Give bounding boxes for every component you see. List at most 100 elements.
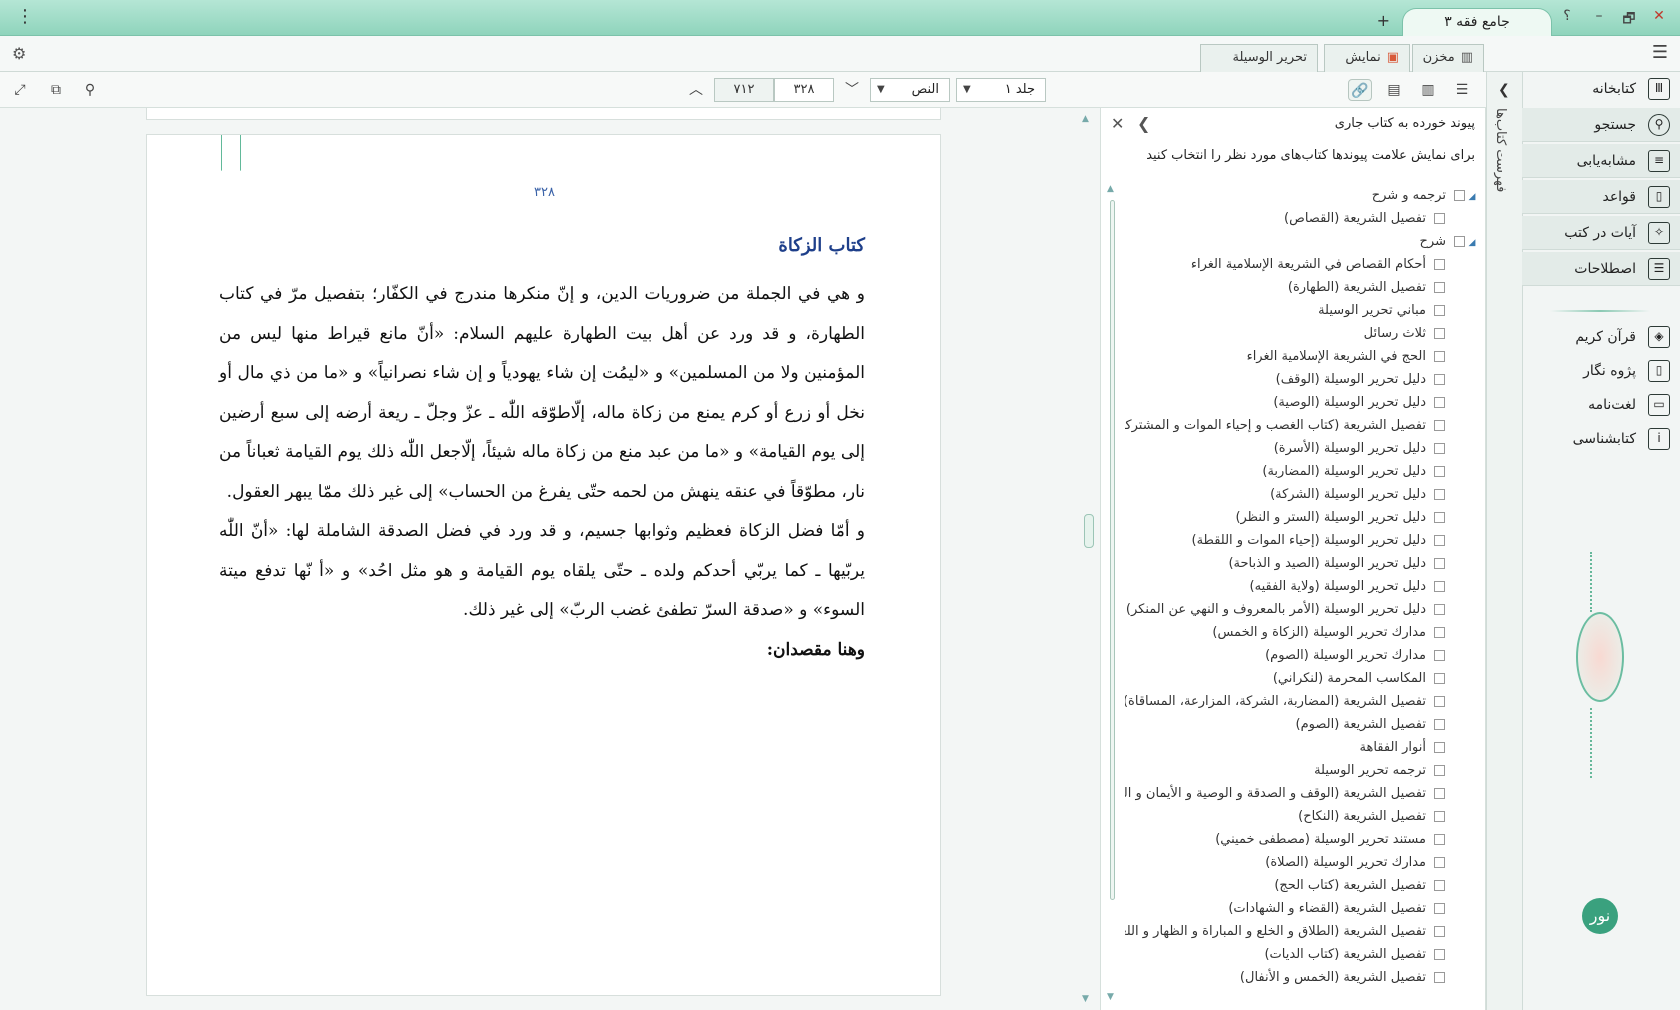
tree-item[interactable]: دليل تحرير الوسيلة (الأسرة) — [1125, 437, 1485, 460]
current-page-input[interactable]: ۳۲۸ — [774, 78, 834, 102]
book-checkbox[interactable] — [1434, 558, 1445, 569]
restore-button[interactable]: 🗗 — [1620, 8, 1638, 32]
scroll-down-icon[interactable]: ▼ — [1107, 992, 1114, 1002]
book-checkbox[interactable] — [1434, 581, 1445, 592]
tree-item[interactable]: أحكام القصاص في الشريعة الإسلامية الغراء — [1125, 253, 1485, 276]
scroll-up-icon[interactable]: ▲ — [1107, 184, 1114, 194]
chevron-up-icon[interactable]: ︿ — [684, 79, 708, 101]
book-checkbox[interactable] — [1434, 512, 1445, 523]
book-checkbox[interactable] — [1434, 857, 1445, 868]
tree-item[interactable]: تفصيل الشريعة (الصوم) — [1125, 713, 1485, 736]
tree-item[interactable]: تفصيل الشريعة (كتاب الديات) — [1125, 943, 1485, 966]
chevron-down-icon[interactable]: ﹀ — [840, 79, 864, 101]
tree-item[interactable]: دليل تحرير الوسيلة (الوصية) — [1125, 391, 1485, 414]
book-index-vertical-tab[interactable]: ❮ فهرست کتاب‌ها — [1486, 72, 1522, 1010]
tree-item[interactable]: ترجمه تحرير الوسيلة — [1125, 759, 1485, 782]
book-checkbox[interactable] — [1434, 926, 1445, 937]
tree-group[interactable]: ◢ ترجمه و شرح — [1125, 184, 1485, 207]
tree-item[interactable]: مدارك تحرير الوسيلة (الصوم) — [1125, 644, 1485, 667]
scroll-up-icon[interactable]: ▲ — [1082, 114, 1089, 124]
nav-item-search[interactable]: ⚲ جستجو — [1522, 108, 1680, 142]
book-checkbox[interactable] — [1434, 673, 1445, 684]
book-checkbox[interactable] — [1434, 834, 1445, 845]
chevron-right-icon[interactable]: ❯ — [1137, 114, 1150, 133]
book-checkbox[interactable] — [1434, 535, 1445, 546]
volume-select[interactable]: جلد ۱ ▼ — [956, 78, 1046, 102]
tree-item[interactable]: مستند تحرير الوسيلة (مصطفى خميني) — [1125, 828, 1485, 851]
nav-item-similar[interactable]: ≡ مشابه‌یابی — [1522, 144, 1680, 178]
book-checkbox[interactable] — [1434, 604, 1445, 615]
expand-triangle-icon[interactable]: ◢ — [1465, 232, 1479, 253]
panel-scrollbar[interactable]: ▲ ▼ — [1107, 184, 1117, 1004]
tree-item[interactable]: دليل تحرير الوسيلة (الوقف) — [1125, 368, 1485, 391]
book-checkbox[interactable] — [1434, 650, 1445, 661]
expand-icon[interactable]: ⤢ — [8, 79, 32, 101]
tree-item[interactable]: دليل تحرير الوسيلة (المضاربة) — [1125, 460, 1485, 483]
book-checkbox[interactable] — [1434, 903, 1445, 914]
book-checkbox[interactable] — [1434, 420, 1445, 431]
scrollbar-thumb[interactable] — [1084, 514, 1094, 548]
chevron-left-icon[interactable]: ❮ — [1498, 82, 1510, 98]
book-checkbox[interactable] — [1434, 328, 1445, 339]
close-icon[interactable]: ✕ — [1111, 114, 1124, 133]
new-tab-button[interactable]: + — [1377, 11, 1390, 30]
book-checkbox[interactable] — [1434, 489, 1445, 500]
tab-display[interactable]: ▣ نمایش — [1324, 44, 1410, 72]
tree-item[interactable]: تفصيل الشريعة (النكاح) — [1125, 805, 1485, 828]
tree-item[interactable]: تفصيل الشريعة (الوقف و الصدقة و الوصية و… — [1125, 782, 1485, 805]
nav-item-rules[interactable]: ▯ قواعد — [1522, 180, 1680, 214]
gear-icon[interactable]: ⚙ — [12, 44, 26, 63]
tree-item[interactable]: الحج في الشريعة الإسلامية الغراء — [1125, 345, 1485, 368]
app-menu-icon[interactable]: ⋮ — [16, 6, 34, 27]
nav-item-library[interactable]: Ⅲ کتابخانه — [1522, 72, 1680, 106]
bookmark-icon[interactable] — [221, 135, 241, 171]
tree-item[interactable]: دليل تحرير الوسيلة (إحياء الموات و اللقط… — [1125, 529, 1485, 552]
book-checkbox[interactable] — [1434, 466, 1445, 477]
nav-item-notes[interactable]: ▯ پژوه نگار — [1522, 354, 1680, 388]
book-checkbox[interactable] — [1434, 880, 1445, 891]
book-checkbox[interactable] — [1434, 627, 1445, 638]
view-mode-select[interactable]: النص ▼ — [870, 78, 950, 102]
book-checkbox[interactable] — [1434, 972, 1445, 983]
tree-item[interactable]: مباني تحرير الوسيلة — [1125, 299, 1485, 322]
scrollbar-thumb[interactable] — [1110, 200, 1115, 900]
book-checkbox[interactable] — [1434, 443, 1445, 454]
tree-group[interactable]: ◢ شرح — [1125, 230, 1485, 253]
book-checkbox[interactable] — [1434, 765, 1445, 776]
tree-item[interactable]: ثلاث رسائل — [1125, 322, 1485, 345]
close-button[interactable]: ✕ — [1650, 8, 1668, 24]
book-checkbox[interactable] — [1434, 811, 1445, 822]
tree-item[interactable]: دليل تحرير الوسيلة (الأمر بالمعروف و الن… — [1125, 598, 1485, 621]
search-icon[interactable]: ⚲ — [78, 79, 102, 101]
tree-item[interactable]: مدارك تحرير الوسيلة (الزكاة و الخمس) — [1125, 621, 1485, 644]
book-checkbox[interactable] — [1434, 305, 1445, 316]
nav-item-terms[interactable]: ☰ اصطلاحات — [1522, 252, 1680, 286]
tree-item[interactable]: تفصيل الشريعة (الخمس و الأنفال) — [1125, 966, 1485, 989]
tab-storage[interactable]: ▥ مخزن — [1412, 44, 1484, 72]
tree-item[interactable]: دليل تحرير الوسيلة (الشركة) — [1125, 483, 1485, 506]
book-checkbox[interactable] — [1434, 213, 1445, 224]
minimize-button[interactable]: – — [1590, 8, 1608, 24]
open-book-icon[interactable]: ▥ — [1416, 79, 1440, 101]
tree-item[interactable]: أنوار الفقاهة — [1125, 736, 1485, 759]
tree-item[interactable]: مدارك تحرير الوسيلة (الصلاة) — [1125, 851, 1485, 874]
compare-icon[interactable]: ⧉ — [44, 79, 68, 101]
bookmark-list-icon[interactable]: ▤ — [1382, 79, 1406, 101]
nav-item-bibliography[interactable]: i کتابشناسی — [1522, 422, 1680, 456]
book-checkbox[interactable] — [1434, 949, 1445, 960]
tree-item[interactable]: تفصيل الشريعة (كتاب الحج) — [1125, 874, 1485, 897]
tree-item[interactable]: دليل تحرير الوسيلة (الصيد و الذباحة) — [1125, 552, 1485, 575]
scroll-down-icon[interactable]: ▼ — [1082, 994, 1089, 1004]
book-checkbox[interactable] — [1434, 788, 1445, 799]
tree-item[interactable]: دليل تحرير الوسيلة (ولاية الفقيه) — [1125, 575, 1485, 598]
book-checkbox[interactable] — [1434, 374, 1445, 385]
expand-triangle-icon[interactable]: ◢ — [1465, 186, 1479, 207]
book-checkbox[interactable] — [1434, 719, 1445, 730]
help-icon[interactable]: ؟ — [1558, 8, 1576, 24]
tab-document[interactable]: تحریر الوسیلة — [1200, 44, 1318, 72]
book-checkbox[interactable] — [1434, 259, 1445, 270]
book-checkbox[interactable] — [1434, 397, 1445, 408]
tree-item[interactable]: تفصيل الشريعة (القضاء و الشهادات) — [1125, 897, 1485, 920]
book-checkbox[interactable] — [1434, 696, 1445, 707]
hamburger-menu-icon[interactable]: ☰ — [1652, 42, 1668, 63]
